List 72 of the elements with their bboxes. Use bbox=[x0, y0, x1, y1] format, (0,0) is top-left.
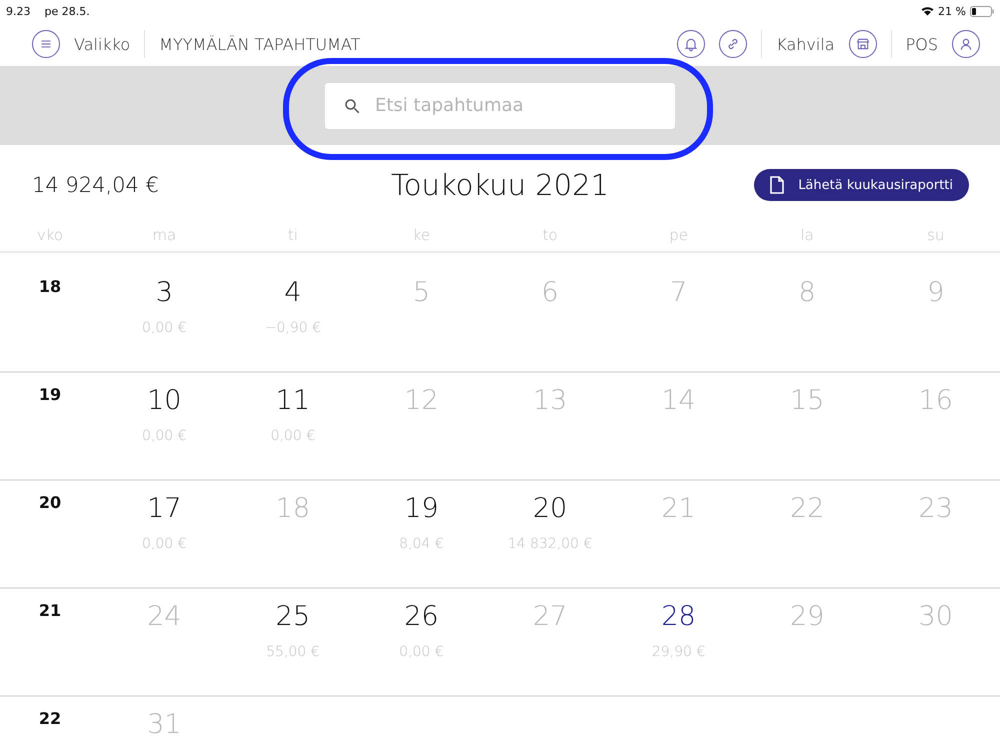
user-name: POS bbox=[906, 34, 938, 54]
month-total: 14 924,04 € bbox=[32, 173, 160, 197]
status-time: 9.23 bbox=[6, 4, 30, 18]
day-number[interactable]: 26 bbox=[404, 601, 439, 632]
battery-percent: 21 % bbox=[938, 4, 966, 18]
day-amount: 0,00 € bbox=[270, 428, 316, 444]
day-amount: −0,90 € bbox=[264, 320, 321, 336]
weekday-label: ti bbox=[288, 226, 298, 244]
weekday-label: la bbox=[800, 226, 814, 244]
week-number: 22 bbox=[38, 709, 62, 728]
search-field[interactable]: Etsi tapahtumaa bbox=[325, 82, 675, 128]
day-number[interactable]: 15 bbox=[790, 385, 824, 416]
week-number: 20 bbox=[38, 493, 62, 512]
week-number: 21 bbox=[38, 601, 62, 620]
link-icon[interactable] bbox=[719, 30, 748, 58]
day-number[interactable]: 30 bbox=[918, 601, 953, 632]
day-number[interactable]: 21 bbox=[661, 493, 696, 524]
wifi-icon bbox=[921, 6, 934, 16]
weekday-label: pe bbox=[669, 226, 688, 244]
day-amount: 0,00 € bbox=[399, 644, 444, 660]
day-number[interactable]: 6 bbox=[541, 277, 559, 308]
day-number[interactable]: 19 bbox=[404, 493, 439, 524]
battery-icon bbox=[970, 6, 994, 16]
month-title: Toukokuu 2021 bbox=[390, 168, 610, 202]
store-icon[interactable] bbox=[848, 30, 877, 58]
day-number[interactable]: 12 bbox=[404, 385, 439, 416]
day-number[interactable]: 10 bbox=[147, 385, 182, 416]
day-number[interactable]: 14 bbox=[661, 385, 696, 416]
day-number[interactable]: 31 bbox=[147, 709, 182, 740]
search-icon bbox=[343, 96, 361, 114]
document-icon bbox=[770, 176, 784, 194]
day-amount: 29,90 € bbox=[652, 644, 706, 660]
store-name: Kahvila bbox=[776, 34, 835, 54]
weekday-label: ma bbox=[152, 226, 176, 244]
weekday-label: vko bbox=[36, 226, 64, 244]
day-amount: 0,00 € bbox=[142, 320, 187, 336]
status-date: pe 28.5. bbox=[44, 4, 90, 18]
day-amount: 55,00 € bbox=[266, 644, 320, 660]
menu-button[interactable] bbox=[32, 30, 60, 58]
day-number[interactable]: 27 bbox=[532, 601, 568, 632]
day-number[interactable]: 4 bbox=[284, 277, 302, 308]
day-amount: 0,00 € bbox=[142, 428, 187, 444]
day-number[interactable]: 28 bbox=[661, 601, 696, 632]
day-number[interactable]: 29 bbox=[790, 601, 824, 632]
bell-icon[interactable] bbox=[677, 30, 706, 58]
day-number[interactable]: 16 bbox=[918, 385, 953, 416]
page-title: MYYMÄLÄN TAPAHTUMAT bbox=[159, 34, 360, 54]
weekday-label: su bbox=[927, 226, 944, 244]
weekday-label: to bbox=[542, 226, 558, 244]
day-number[interactable]: 18 bbox=[276, 493, 310, 524]
day-number[interactable]: 11 bbox=[276, 385, 310, 416]
day-number[interactable]: 23 bbox=[918, 493, 953, 524]
week-number: 18 bbox=[38, 277, 62, 296]
week-number: 19 bbox=[38, 385, 62, 404]
day-number[interactable]: 9 bbox=[927, 277, 944, 308]
day-number[interactable]: 25 bbox=[276, 601, 310, 632]
user-icon[interactable] bbox=[952, 30, 980, 58]
send-report-button[interactable]: Lähetä kuukausiraportti bbox=[754, 169, 969, 201]
day-number[interactable]: 8 bbox=[798, 277, 816, 308]
day-number[interactable]: 22 bbox=[790, 493, 824, 524]
day-amount: 8,04 € bbox=[399, 536, 444, 552]
day-amount: 14 832,00 € bbox=[508, 536, 592, 552]
day-number[interactable]: 24 bbox=[147, 601, 182, 632]
day-number[interactable]: 5 bbox=[412, 277, 430, 308]
day-number[interactable]: 20 bbox=[532, 493, 568, 524]
day-number[interactable]: 17 bbox=[147, 493, 182, 524]
weekday-label: ke bbox=[412, 226, 430, 244]
day-number[interactable]: 3 bbox=[156, 277, 173, 308]
menu-label[interactable]: Valikko bbox=[74, 34, 130, 54]
day-amount: 0,00 € bbox=[142, 536, 187, 552]
day-number[interactable]: 13 bbox=[532, 385, 568, 416]
day-number[interactable]: 7 bbox=[670, 277, 688, 308]
